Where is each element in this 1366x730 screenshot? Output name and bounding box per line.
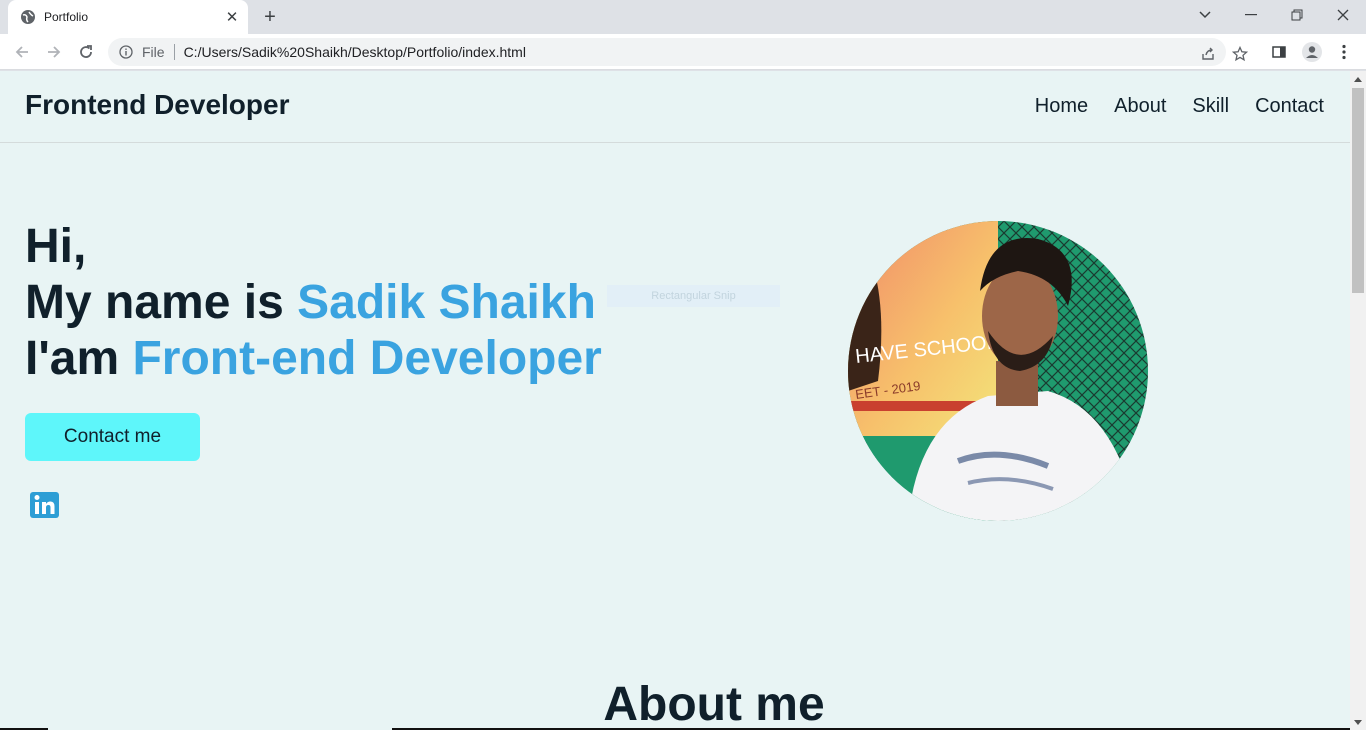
hero-name-prefix: My name is [25, 276, 298, 329]
site-nav: Home About Skill Contact [1035, 95, 1324, 118]
contact-me-button[interactable]: Contact me [25, 413, 200, 461]
nav-skill[interactable]: Skill [1192, 95, 1229, 118]
site-brand[interactable]: Frontend Developer [25, 89, 289, 121]
profile-icon[interactable] [1298, 38, 1326, 66]
address-scheme: File [142, 44, 165, 60]
share-icon[interactable] [1196, 42, 1220, 66]
globe-icon [20, 9, 36, 25]
linkedin-icon[interactable] [30, 492, 59, 518]
restore-icon[interactable] [1274, 0, 1320, 30]
hero-role-prefix: I'am [25, 332, 133, 385]
site-header: Frontend Developer Home About Skill Cont… [0, 71, 1350, 143]
close-window-icon[interactable] [1320, 0, 1366, 30]
tab-search-icon[interactable] [1182, 0, 1228, 30]
scroll-thumb[interactable] [1352, 88, 1364, 293]
back-icon[interactable] [8, 38, 36, 66]
scroll-down-arrow-icon[interactable] [1350, 716, 1366, 728]
close-tab-icon[interactable]: ✕ [222, 7, 242, 27]
nav-about[interactable]: About [1114, 95, 1166, 118]
address-divider [173, 44, 175, 60]
hero-name: Sadik Shaikh [297, 276, 596, 329]
info-icon[interactable] [118, 44, 134, 60]
address-url[interactable]: C:/Users/Sadik%20Shaikh/Desktop/Portfoli… [184, 44, 526, 60]
tab-strip: Portfolio ✕ + [0, 0, 1366, 34]
snip-overlay-label: Rectangular Snip [607, 285, 780, 307]
browser-tab[interactable]: Portfolio ✕ [8, 0, 248, 34]
nav-contact[interactable]: Contact [1255, 95, 1324, 118]
hero-name-line: My name is Sadik Shaikh [25, 275, 602, 331]
vertical-scrollbar[interactable] [1350, 71, 1366, 730]
tab-title: Portfolio [44, 10, 89, 24]
scroll-up-arrow-icon[interactable] [1350, 73, 1366, 85]
page-viewport: Frontend Developer Home About Skill Cont… [0, 71, 1350, 730]
about-heading: About me [603, 678, 825, 730]
browser-toolbar: File C:/Users/Sadik%20Shaikh/Desktop/Por… [0, 34, 1366, 70]
hero-greeting: Hi, [25, 220, 87, 273]
reload-icon[interactable] [72, 38, 100, 66]
side-panel-icon[interactable] [1265, 38, 1293, 66]
bookmark-star-icon[interactable] [1228, 42, 1252, 66]
forward-icon[interactable] [40, 38, 68, 66]
new-tab-button[interactable]: + [258, 5, 282, 29]
hero-role-line: I'am Front-end Developer [25, 331, 602, 387]
hero-heading: Hi, My name is Sadik Shaikh I'am Front-e… [25, 219, 602, 387]
hero-role: Front-end Developer [132, 332, 602, 385]
address-bar[interactable]: File C:/Users/Sadik%20Shaikh/Desktop/Por… [108, 38, 1248, 66]
menu-kebab-icon[interactable] [1330, 38, 1358, 66]
nav-home[interactable]: Home [1035, 95, 1088, 118]
profile-photo: HAVE SCHOOL EET - 2019 [848, 221, 1148, 521]
minimize-icon[interactable] [1228, 0, 1274, 30]
